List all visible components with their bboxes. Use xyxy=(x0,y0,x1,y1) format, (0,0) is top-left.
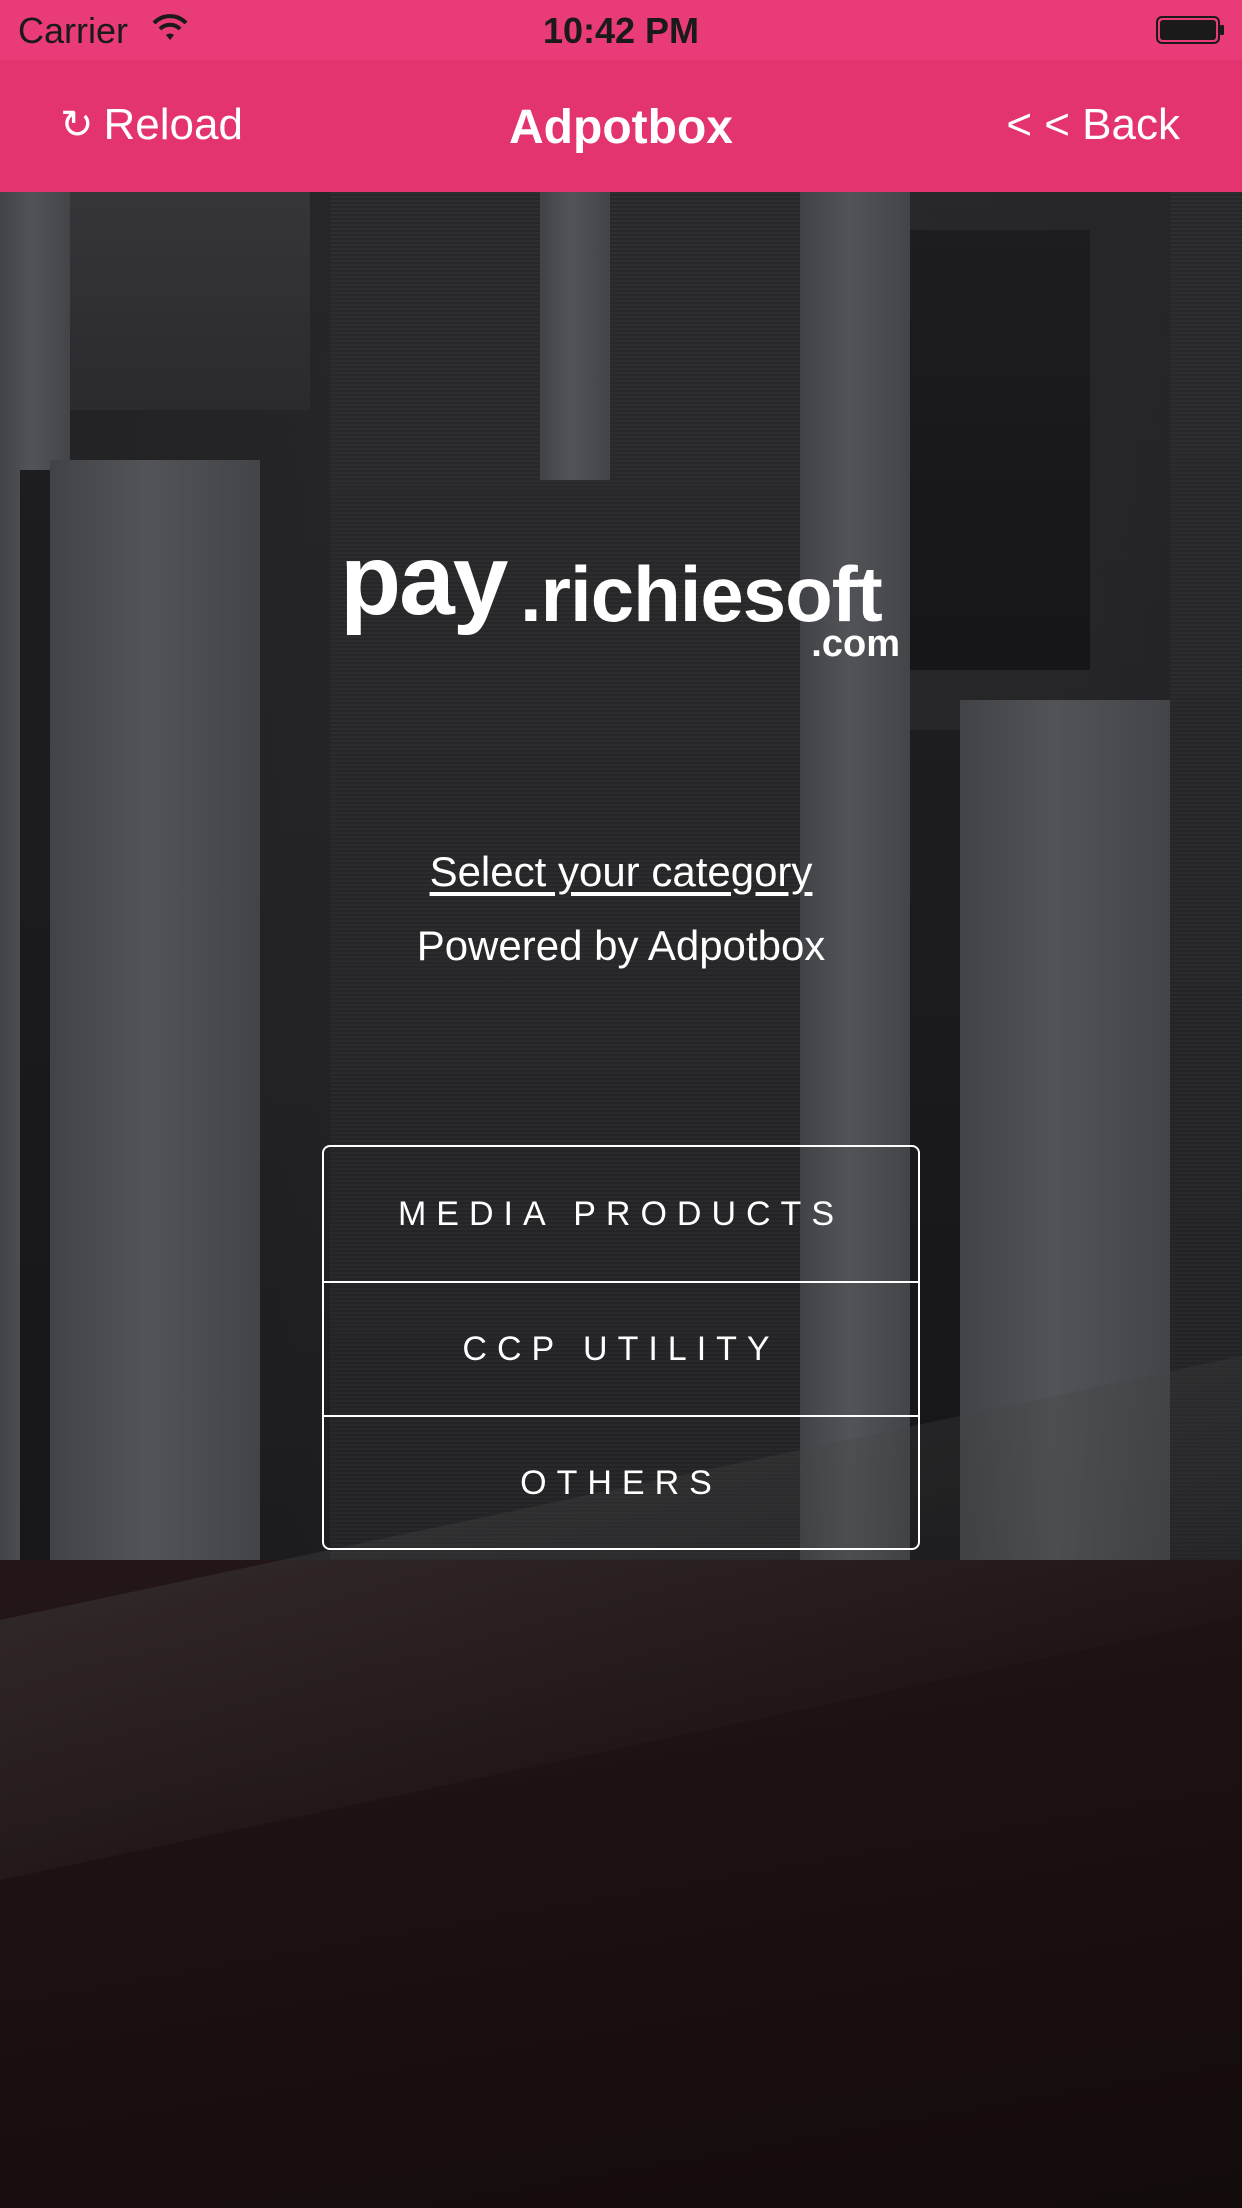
powered-by-text: Powered by Adpotbox xyxy=(416,922,826,969)
logo-tld-text: .com xyxy=(811,623,900,665)
category-ccp-utility-button[interactable]: CCP UTILITY xyxy=(324,1281,918,1415)
battery-icon xyxy=(1156,16,1224,44)
background-image xyxy=(0,0,1242,2208)
status-bar: Carrier 10:42 PM xyxy=(0,0,1242,60)
brand-logo: pay .richiesoft .com xyxy=(340,524,910,664)
logo-pay-text: pay xyxy=(340,524,508,636)
reload-icon: ↻ xyxy=(60,103,94,147)
status-time: 10:42 PM xyxy=(542,10,700,51)
reload-button[interactable]: ↻ Reload xyxy=(60,100,243,150)
select-category-link[interactable]: Select your category xyxy=(0,848,1242,896)
logo-domain-text: .richiesoft xyxy=(520,550,883,638)
back-button[interactable]: < < Back xyxy=(1006,100,1180,150)
category-media-products-button[interactable]: MEDIA PRODUCTS xyxy=(324,1147,918,1281)
reload-label: Reload xyxy=(103,100,243,149)
category-list: MEDIA PRODUCTS CCP UTILITY OTHERS xyxy=(322,1145,920,1550)
navigation-bar: ↻ Reload Adpotbox < < Back xyxy=(0,60,1242,192)
category-others-button[interactable]: OTHERS xyxy=(324,1415,918,1548)
